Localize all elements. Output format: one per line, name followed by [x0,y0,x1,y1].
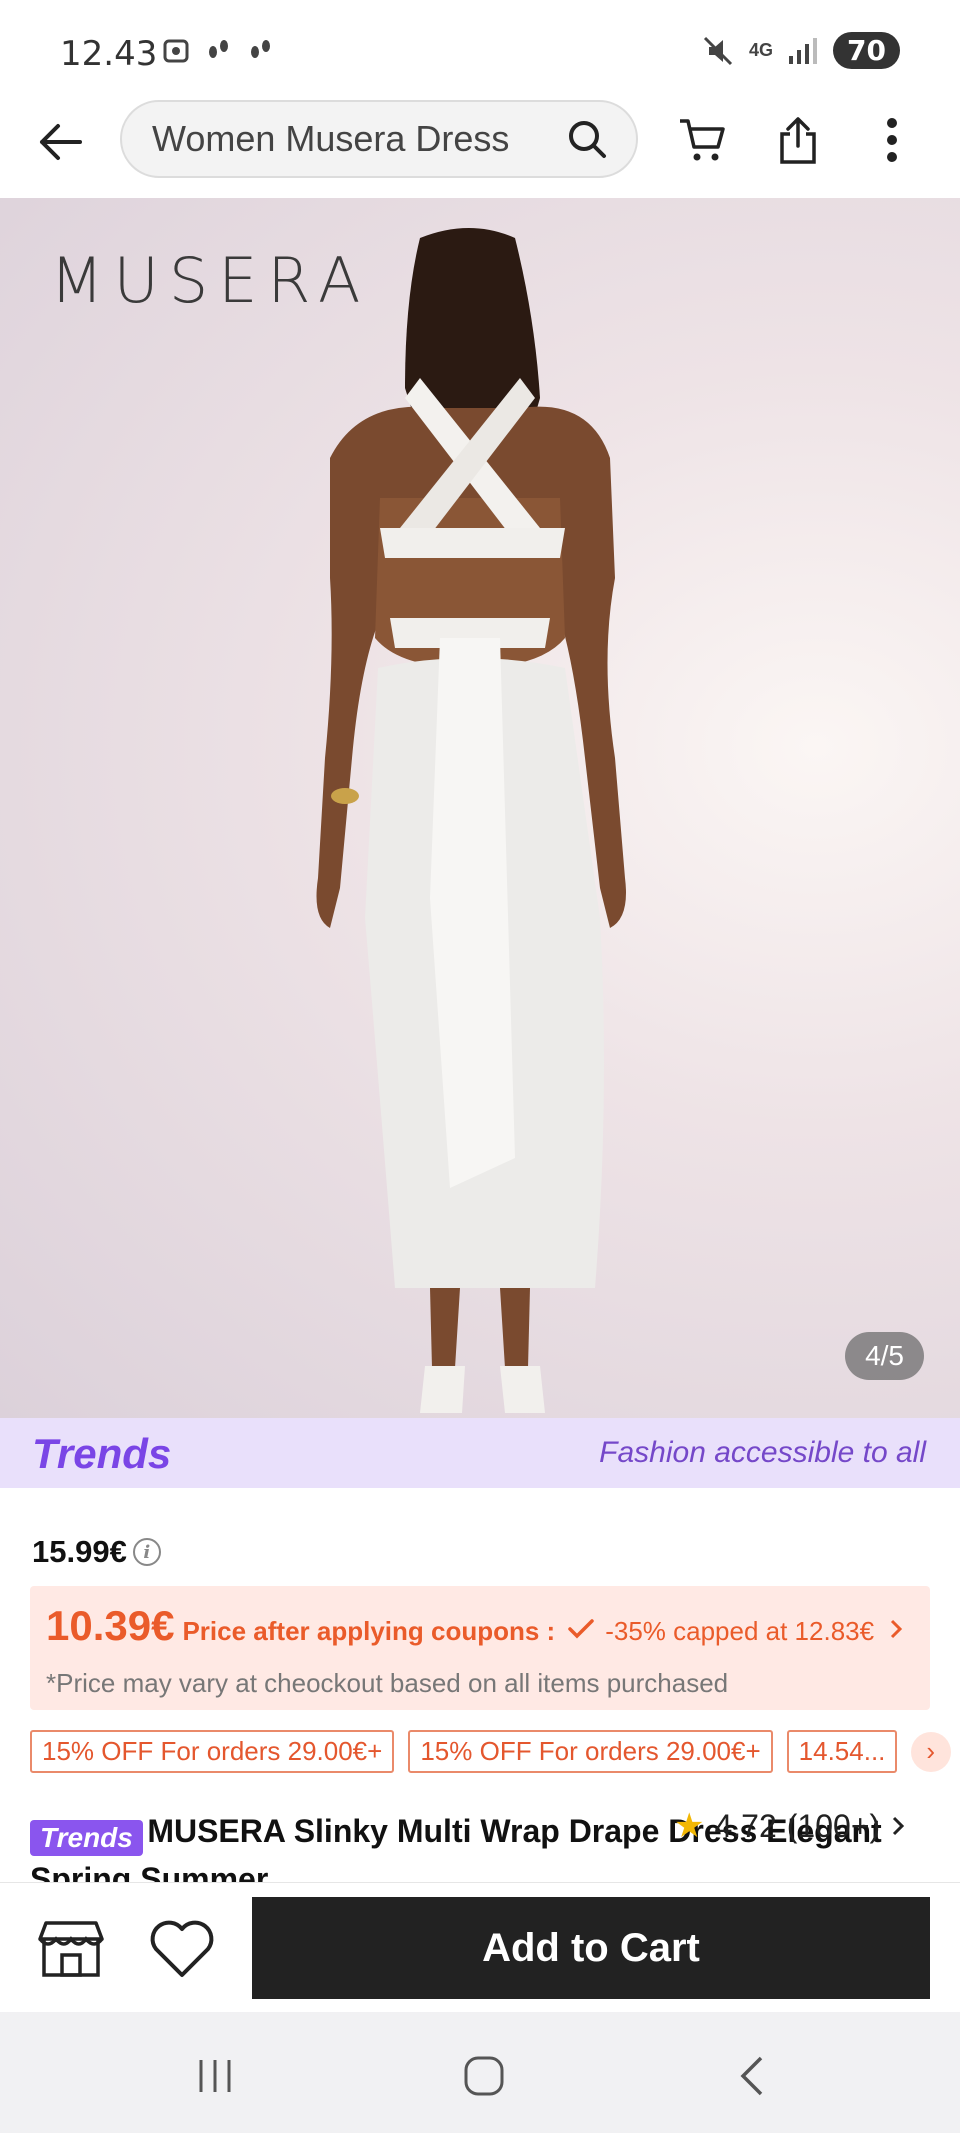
original-price: 15.99€ i [32,1534,161,1570]
heart-icon [150,1920,214,1977]
share-icon [780,117,816,164]
search-query: Women Musera Dress [152,118,510,159]
home-icon [464,2056,504,2096]
review-count: (100+) [786,1807,881,1844]
store-button[interactable] [38,1919,104,1979]
check-icon [568,1619,594,1639]
back-button[interactable] [30,112,90,172]
trends-logo: Trends [32,1430,172,1477]
system-indicators: 4G 70 [701,32,900,69]
trends-badge: Trends [30,1819,143,1856]
cart-icon [680,119,725,161]
notification-icons [162,36,274,66]
share-button[interactable] [768,110,828,170]
search-icon[interactable] [566,118,608,160]
product-image-carousel[interactable]: MUSERA 4/5 [0,198,960,1418]
after-coupons-label: Price after applying coupons : [182,1616,556,1646]
coupon-chip[interactable]: 14.54... [786,1730,897,1773]
recent-apps-icon [199,2060,231,2092]
home-button[interactable] [454,2052,514,2100]
coupon-price-box[interactable]: 10.39€ Price after applying coupons : -3… [30,1586,930,1710]
network-type: 4G [749,40,774,60]
screenshot-icon [162,36,190,66]
more-vertical-icon [887,118,897,162]
system-back-button[interactable] [722,2052,782,2100]
star-icon: ★ [674,1807,705,1845]
chevron-right-icon[interactable]: › [910,1731,951,1772]
coupon-chip-list: 15% OFF For orders 29.00€+ 15% OFF For o… [30,1730,960,1773]
battery-indicator: 70 [833,32,900,69]
arrow-left-icon [40,124,82,160]
top-navigation: Women Musera Dress [0,100,960,198]
rating-value: 4.72 [714,1807,777,1844]
image-counter: 4/5 [845,1332,924,1380]
recent-apps-button[interactable] [185,2052,245,2100]
original-price-value: 15.99€ [32,1534,127,1569]
bottom-action-bar: Add to Cart [0,1882,960,2012]
system-navigation-bar [0,2012,960,2133]
coupon-chip[interactable]: 15% OFF For orders 29.00€+ [30,1730,395,1773]
add-to-cart-button[interactable]: Add to Cart [252,1897,930,1999]
trends-banner[interactable]: Trends Fashion accessible to all [0,1418,960,1488]
coupon-cap: -35% capped at 12.83€ [605,1616,875,1646]
search-input[interactable]: Women Musera Dress [120,100,638,178]
status-bar: 12.43 4G 70 [0,0,960,100]
chevron-left-icon [740,2056,763,2096]
more-options-button[interactable] [862,110,922,170]
wishlist-button[interactable] [148,1917,216,1981]
final-price: 10.39€ [46,1602,175,1649]
mute-icon [703,36,733,65]
steps-icon-2 [246,36,274,66]
info-icon[interactable]: i [132,1538,161,1566]
chevron-right-icon [891,1619,903,1639]
chevron-right-icon [893,1816,905,1836]
price-note: *Price may vary at cheockout based on al… [46,1668,729,1698]
product-rating[interactable]: ★ 4.72 (100+) [674,1806,906,1846]
coupon-chip[interactable]: 15% OFF For orders 29.00€+ [408,1730,773,1773]
steps-icon [204,36,232,66]
trends-tagline: Fashion accessible to all [599,1436,926,1469]
store-icon [38,1921,104,1977]
cart-button[interactable] [672,110,732,170]
status-time: 12.43 [60,34,158,74]
product-photo-model [316,228,626,1413]
signal-icon [789,37,818,64]
